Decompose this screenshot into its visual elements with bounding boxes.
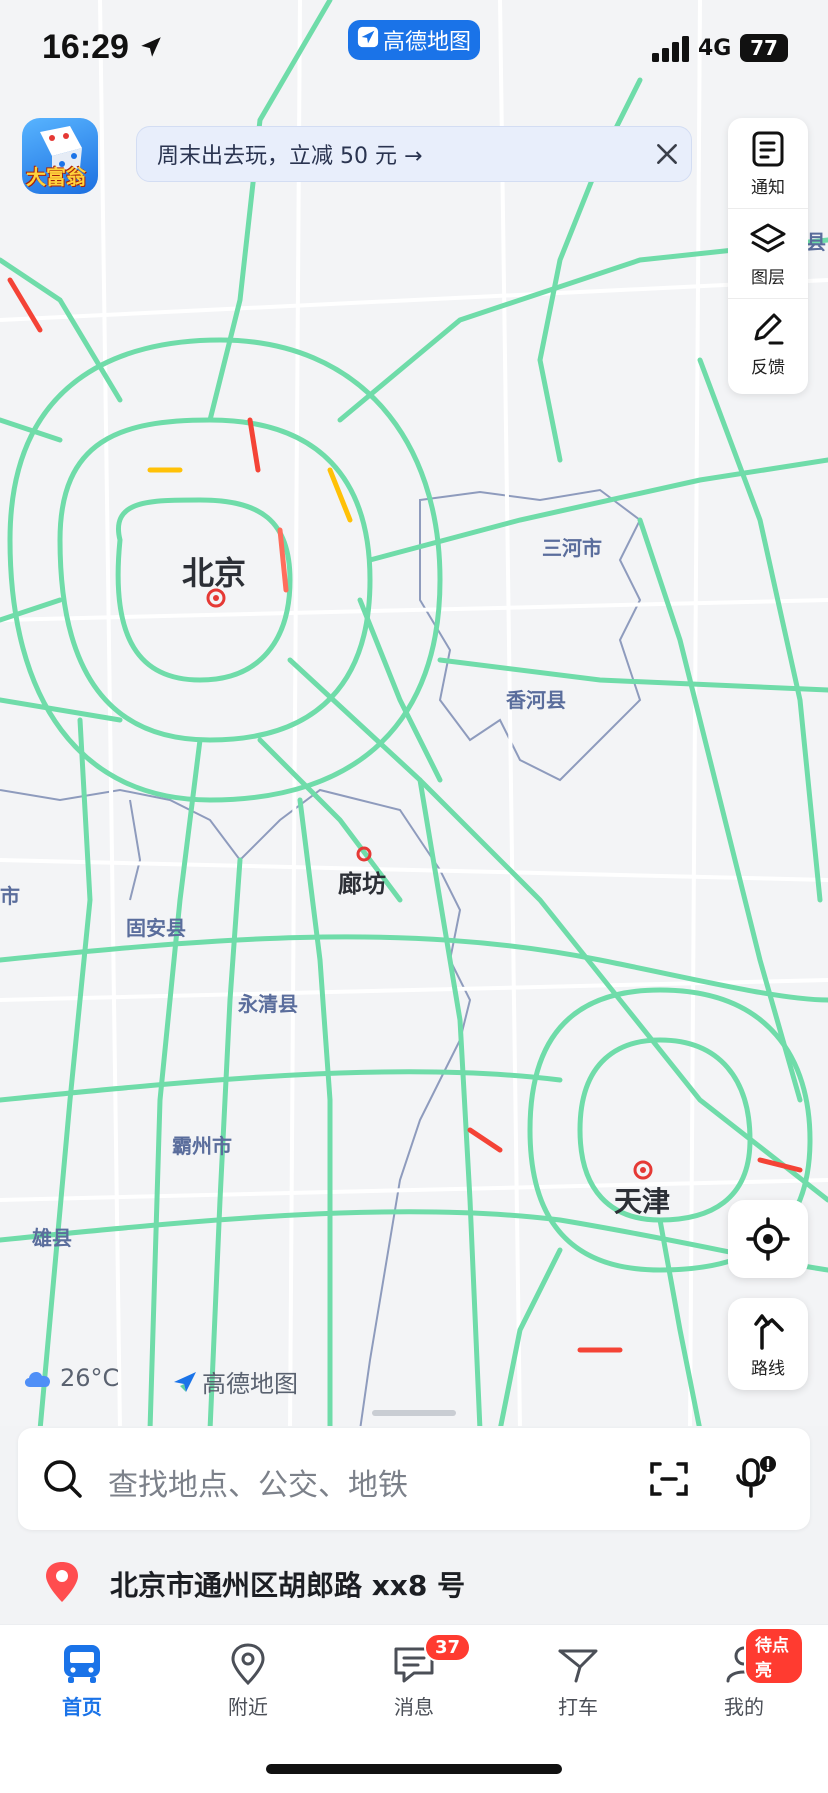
notify-button[interactable]: 通知	[728, 118, 808, 209]
search-icon	[44, 1460, 82, 1498]
road-network	[0, 0, 828, 1430]
notification-doc-icon	[752, 131, 784, 166]
tab-taxi-label: 打车	[558, 1695, 598, 1719]
scan-icon	[650, 1462, 688, 1496]
tab-taxi[interactable]: 打车	[518, 1643, 638, 1733]
layers-label: 图层	[751, 267, 785, 288]
battery-icon: 77	[740, 34, 788, 62]
route-button[interactable]: 路线	[728, 1298, 808, 1390]
search-placeholder[interactable]: 查找地点、公交、地铁	[108, 1460, 408, 1504]
messages-count-badge: 37	[424, 1633, 472, 1662]
location-pin-icon	[46, 1562, 78, 1602]
feedback-button[interactable]: 反馈	[728, 298, 808, 388]
map-edge-label-left: 市	[0, 884, 20, 908]
weather-temp: 26°C	[60, 1364, 120, 1392]
tab-home-label: 首页	[62, 1695, 102, 1719]
drawer-handle[interactable]	[372, 1410, 456, 1416]
map-canvas[interactable]: 北京 廊坊 天津 三河市 香河县 固安县 永清县 霸州市 雄县 市 县	[0, 0, 828, 1430]
amap-watermark: 高德地图	[172, 1364, 298, 1399]
promo-banner[interactable]: 周末出去玩，立减 50 元 →	[136, 126, 692, 182]
microphone-icon	[736, 1456, 776, 1498]
feedback-label: 反馈	[751, 357, 785, 378]
tab-messages[interactable]: 消息 37	[354, 1633, 474, 1733]
tab-messages-label: 消息	[394, 1695, 434, 1719]
tab-nearby[interactable]: 附近	[188, 1643, 308, 1733]
map-pin-outline-icon	[231, 1643, 265, 1685]
amap-pill-label: 高德地图	[382, 30, 471, 55]
map-county-yongqing[interactable]: 永清县	[238, 988, 298, 1017]
game-promo-icon[interactable]: 大富翁	[22, 118, 98, 194]
battery-level: 77	[750, 36, 778, 60]
route-turn-icon	[754, 1313, 784, 1350]
map-county-bazhou[interactable]: 霸州市	[172, 1130, 232, 1159]
map-toolbox: 通知 图层 反馈	[728, 118, 808, 394]
layers-icon	[750, 223, 786, 252]
amap-logo-icon	[357, 26, 379, 54]
amap-brand-icon	[174, 1371, 196, 1392]
promo-text[interactable]: 周末出去玩，立减 50 元 →	[157, 138, 643, 170]
game-title: 大富翁	[26, 165, 86, 189]
locate-me-button[interactable]	[728, 1200, 808, 1278]
map-county-guan[interactable]: 固安县	[126, 912, 186, 941]
layers-button[interactable]: 图层	[728, 208, 808, 299]
current-location-row[interactable]: 北京市通州区胡郎路 xx8 号	[0, 1544, 828, 1620]
map-edge-label-right: 县	[806, 230, 826, 254]
edit-pencil-icon	[754, 313, 784, 344]
weather-widget[interactable]: 26°C	[22, 1364, 119, 1392]
mine-status-badge: 待点亮	[744, 1627, 804, 1685]
home-indicator[interactable]	[266, 1764, 562, 1774]
location-arrow-icon	[138, 30, 164, 69]
tab-home[interactable]: 首页	[22, 1643, 142, 1733]
bus-icon	[64, 1645, 100, 1683]
tab-nearby-label: 附近	[228, 1695, 268, 1719]
scan-button[interactable]	[648, 1458, 690, 1504]
promo-close-button[interactable]	[643, 130, 691, 178]
taxi-flag-icon	[558, 1649, 598, 1683]
tab-mine-label: 我的	[724, 1695, 764, 1719]
map-city-beijing[interactable]: 北京	[182, 548, 246, 594]
close-icon	[657, 144, 677, 164]
amap-app-pill[interactable]: 高德地图	[348, 20, 480, 60]
map-city-langfang[interactable]: 廊坊	[338, 864, 386, 899]
current-address[interactable]: 北京市通州区胡郎路 xx8 号	[110, 1564, 465, 1604]
status-bar: 16:29 高德地图 4G 77	[0, 0, 828, 100]
network-type: 4G	[698, 36, 732, 61]
status-time: 16:29	[42, 28, 164, 69]
notify-label: 通知	[751, 177, 785, 198]
map-county-xiongxian[interactable]: 雄县	[32, 1222, 72, 1251]
signal-icon	[652, 36, 692, 66]
route-label: 路线	[751, 1358, 785, 1379]
map-county-xianghe[interactable]: 香河县	[506, 684, 566, 713]
search-bar[interactable]: 查找地点、公交、地铁	[18, 1428, 810, 1530]
map-city-tianjin[interactable]: 天津	[614, 1180, 670, 1220]
amap-brand-label: 高德地图	[202, 1370, 298, 1398]
voice-search-button[interactable]	[732, 1454, 778, 1506]
cloud-icon	[24, 1372, 51, 1387]
crosshair-locate-icon	[746, 1217, 790, 1261]
map-county-sanhe[interactable]: 三河市	[542, 532, 602, 561]
tab-mine[interactable]: 我的 待点亮	[684, 1627, 804, 1733]
